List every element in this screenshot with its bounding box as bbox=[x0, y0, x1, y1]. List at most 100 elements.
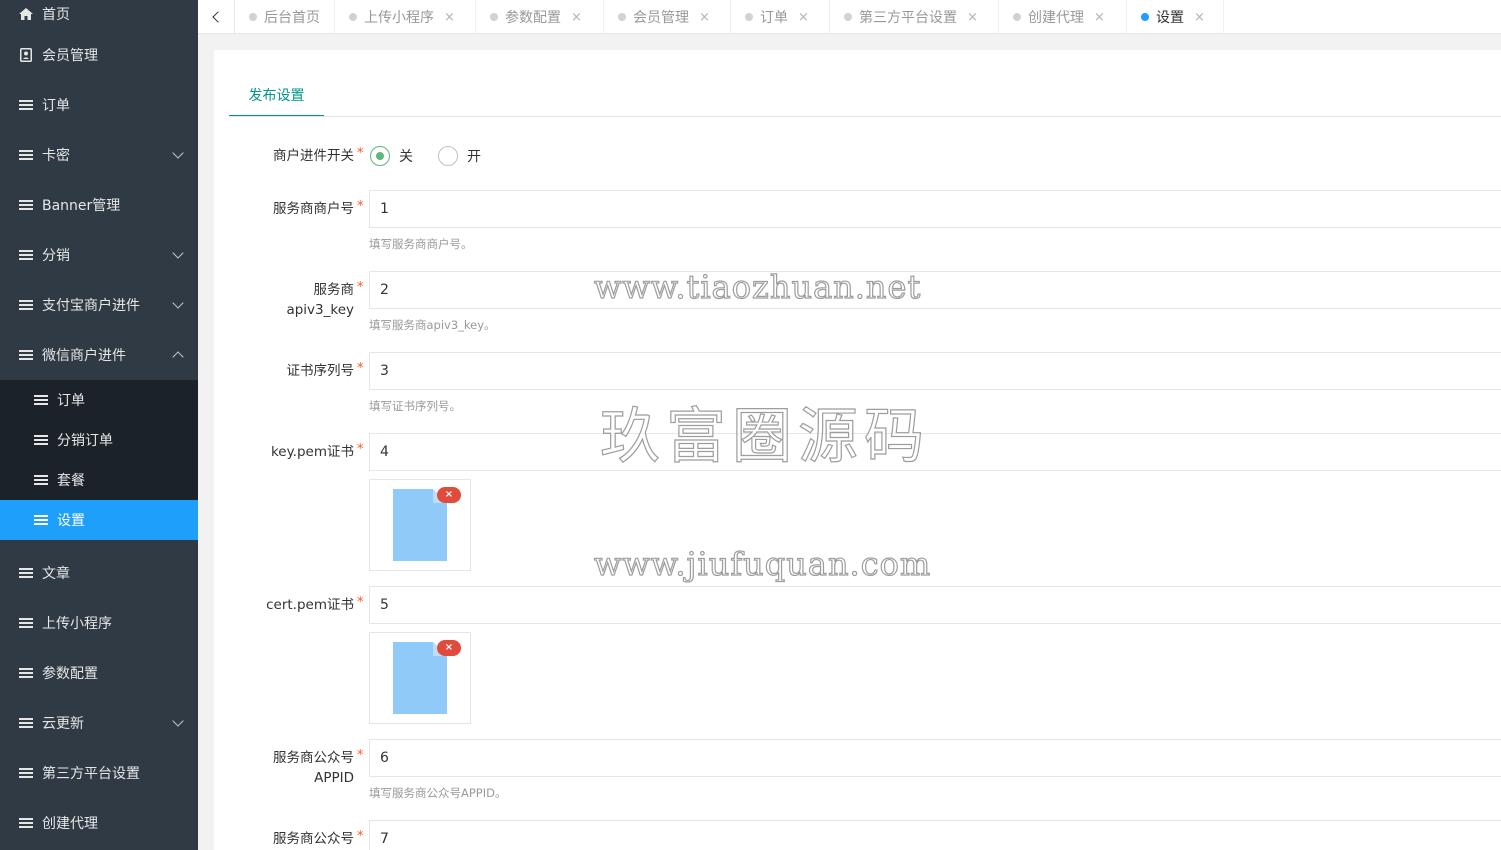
cert-pem-file-thumbnail[interactable]: × bbox=[369, 632, 471, 724]
sidebar-item-members[interactable]: 会员管理 bbox=[0, 30, 198, 80]
appid-input[interactable]: 6 bbox=[369, 739, 1501, 777]
sidebar-item-label: 上传小程序 bbox=[42, 616, 112, 632]
sidebar-item-banner[interactable]: Banner管理 bbox=[0, 180, 198, 230]
field-label: 证书序列号 bbox=[286, 363, 355, 379]
tab-label: 设置 bbox=[1156, 10, 1184, 26]
sidebar-item-params[interactable]: 参数配置 bbox=[0, 648, 198, 698]
close-icon[interactable]: × bbox=[699, 10, 710, 25]
tab-bar: 后台首页 上传小程序 × 参数配置 × 会员管理 × 订单 × 第三方平台设置 … bbox=[198, 0, 1501, 34]
list-icon bbox=[18, 716, 34, 730]
chevron-down-icon bbox=[172, 297, 184, 309]
delete-file-button[interactable]: × bbox=[437, 487, 461, 503]
required-mark: * bbox=[357, 361, 364, 376]
chevron-down-icon bbox=[172, 147, 184, 159]
tab-settings[interactable]: 设置 × bbox=[1127, 0, 1224, 34]
sidebar-item-label: 会员管理 bbox=[42, 48, 98, 64]
close-icon[interactable]: × bbox=[1094, 10, 1105, 25]
radio-off[interactable]: 关 bbox=[370, 146, 413, 166]
merchant-no-input[interactable]: 1 bbox=[369, 190, 1501, 228]
key-pem-input[interactable]: 4 bbox=[369, 433, 1501, 471]
required-mark: * bbox=[357, 199, 364, 214]
sidebar-item-upload-miniprogram[interactable]: 上传小程序 bbox=[0, 598, 198, 648]
submenu-item-label: 分销订单 bbox=[57, 433, 113, 449]
submenu-item-settings[interactable]: 设置 bbox=[0, 500, 198, 540]
close-icon[interactable]: × bbox=[444, 10, 455, 25]
field-label: 服务商 bbox=[313, 282, 355, 298]
tab-status-dot bbox=[745, 13, 753, 21]
field-label-line2: APPID bbox=[314, 770, 354, 786]
tab-label: 创建代理 bbox=[1028, 10, 1084, 26]
tab-label: 第三方平台设置 bbox=[859, 10, 957, 26]
list-icon bbox=[33, 473, 49, 487]
cert-serial-input[interactable]: 3 bbox=[369, 352, 1501, 390]
close-icon[interactable]: × bbox=[1194, 10, 1205, 25]
radio-label: 关 bbox=[399, 149, 413, 165]
required-mark: * bbox=[357, 280, 364, 295]
field-hint: 填写服务商apiv3_key。 bbox=[369, 318, 496, 332]
list-icon bbox=[18, 766, 34, 780]
contacts-icon bbox=[18, 48, 34, 62]
apiv3-key-input[interactable]: 2 bbox=[369, 271, 1501, 309]
sidebar-item-label: 云更新 bbox=[42, 716, 84, 732]
sidebar-item-distribution[interactable]: 分销 bbox=[0, 230, 198, 280]
field-label-line2: apiv3_key bbox=[286, 302, 354, 318]
watermark-url-2: www.jiufuquan.com bbox=[593, 544, 932, 583]
cert-pem-input[interactable]: 5 bbox=[369, 586, 1501, 624]
official-account-input[interactable]: 7 bbox=[369, 820, 1501, 850]
chevron-down-icon bbox=[172, 247, 184, 259]
delete-file-button[interactable]: × bbox=[437, 640, 461, 656]
tab-label: 上传小程序 bbox=[364, 10, 434, 26]
field-label: 商户进件开关 bbox=[273, 148, 354, 164]
field-label: cert.pem证书 bbox=[266, 597, 354, 613]
tab-publish-settings[interactable]: 发布设置 bbox=[229, 70, 324, 117]
sidebar-item-label: 卡密 bbox=[42, 148, 70, 164]
tab-upload-miniprogram[interactable]: 上传小程序 × bbox=[335, 0, 476, 34]
sidebar-item-label: 分销 bbox=[42, 248, 70, 264]
tab-params[interactable]: 参数配置 × bbox=[476, 0, 604, 34]
list-icon bbox=[33, 513, 49, 527]
sidebar-item-articles[interactable]: 文章 bbox=[0, 548, 198, 598]
list-icon bbox=[18, 248, 34, 262]
sidebar-item-label: 首页 bbox=[42, 7, 70, 23]
required-mark: * bbox=[357, 748, 364, 763]
close-icon[interactable]: × bbox=[571, 10, 582, 25]
tab-dashboard[interactable]: 后台首页 bbox=[235, 0, 335, 34]
submenu-item-distribution-orders[interactable]: 分销订单 bbox=[0, 420, 198, 460]
sidebar-item-create-agent[interactable]: 创建代理 bbox=[0, 798, 198, 848]
watermark-url-1: www.tiaozhuan.net bbox=[593, 267, 922, 306]
tab-status-dot bbox=[844, 13, 852, 21]
sidebar-item-wechat-merchant[interactable]: 微信商户进件 bbox=[0, 330, 198, 380]
tab-status-dot bbox=[249, 13, 257, 21]
submenu-item-packages[interactable]: 套餐 bbox=[0, 460, 198, 500]
tab-label: 后台首页 bbox=[264, 10, 320, 26]
sidebar: 首页 会员管理 订单 卡密 Banner管理 分销 支付宝商户进件 微信商户进件 bbox=[0, 0, 198, 850]
close-icon[interactable]: × bbox=[967, 10, 978, 25]
tab-third-party[interactable]: 第三方平台设置 × bbox=[830, 0, 999, 34]
watermark-title: 玖富圈源码 bbox=[599, 401, 930, 472]
field-hint: 填写服务商商户号。 bbox=[369, 237, 473, 251]
sidebar-item-label: 参数配置 bbox=[42, 666, 98, 682]
key-pem-file-thumbnail[interactable]: × bbox=[369, 479, 471, 571]
sidebar-item-orders[interactable]: 订单 bbox=[0, 80, 198, 130]
tab-create-agent[interactable]: 创建代理 × bbox=[999, 0, 1127, 34]
sidebar-item-label: 文章 bbox=[42, 566, 70, 582]
chevron-left-icon bbox=[212, 11, 224, 23]
submenu-item-orders[interactable]: 订单 bbox=[0, 380, 198, 420]
tab-orders[interactable]: 订单 × bbox=[731, 0, 830, 34]
tab-status-dot bbox=[1013, 13, 1021, 21]
chevron-down-icon bbox=[172, 715, 184, 727]
close-icon[interactable]: × bbox=[798, 10, 809, 25]
tab-members[interactable]: 会员管理 × bbox=[604, 0, 731, 34]
sidebar-item-cards[interactable]: 卡密 bbox=[0, 130, 198, 180]
sidebar-item-alipay-merchant[interactable]: 支付宝商户进件 bbox=[0, 280, 198, 330]
list-icon bbox=[18, 816, 34, 830]
sidebar-item-home[interactable]: 首页 bbox=[0, 0, 198, 30]
tab-scroll-left-button[interactable] bbox=[198, 0, 235, 34]
radio-on[interactable]: 开 bbox=[438, 146, 481, 166]
sidebar-item-cloud-update[interactable]: 云更新 bbox=[0, 698, 198, 748]
sidebar-item-label: 创建代理 bbox=[42, 816, 98, 832]
required-mark: * bbox=[357, 829, 364, 844]
submenu-item-label: 套餐 bbox=[57, 473, 85, 489]
sidebar-item-third-party[interactable]: 第三方平台设置 bbox=[0, 748, 198, 798]
tab-status-dot bbox=[1141, 13, 1149, 21]
